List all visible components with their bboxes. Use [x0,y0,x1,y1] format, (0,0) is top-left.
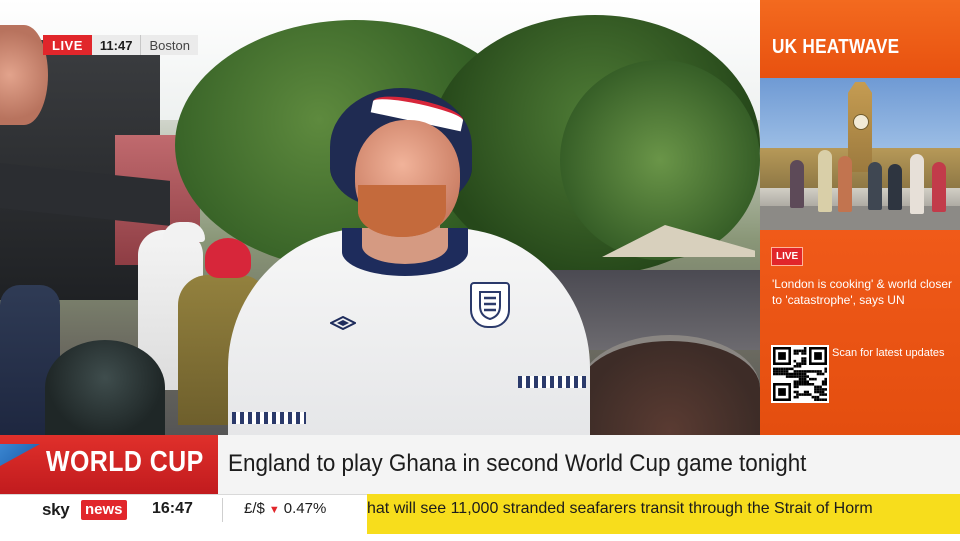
sleeve-band [518,376,586,388]
three-lions-crest-icon [470,282,510,328]
umbro-logo-icon [328,315,358,340]
clock-face-icon [853,114,869,130]
pedestrian [838,156,852,212]
headline-text: England to play Ghana in second World Cu… [228,450,807,477]
qr-caption: Scan for latest updates [832,347,945,359]
pedestrian [910,154,924,214]
sleeve-band [232,412,306,424]
bystander-head [45,340,165,435]
topic-label: WORLD CUP [46,446,204,478]
fountain [580,335,760,435]
local-time: 11:47 [91,35,142,55]
big-ben-street-image [760,78,960,230]
sky-logo: sky [42,500,70,519]
panel-story-text: 'London is cooking' & world closer to 'c… [772,277,953,307]
divider [222,498,223,522]
panel-title: UK HEATWAVE [772,36,900,58]
face-edge [0,25,48,125]
ticker-clock: 16:47 [152,500,193,517]
video-feed [0,0,760,435]
pedestrian [868,162,882,210]
news-ticker: hat will see 11,000 stranded seafarers t… [367,494,960,534]
fx-change: 0.47% [283,500,327,517]
pedestrian [888,164,902,210]
street [760,206,960,230]
currency-rate: £/$ ▼ 0.47% [244,500,326,517]
panel-live-label: LIVE [771,247,804,266]
white-cap [163,222,205,242]
location-label: Boston [141,35,198,55]
pedestrian [790,160,804,208]
pedestrian [932,162,946,212]
qr-code-icon[interactable] [771,345,829,403]
live-label: LIVE [43,35,92,55]
pedestrian [818,150,832,212]
news-logo: news [81,500,127,520]
heatwave-panel: UK HEATWAVE LIVE 'London is cooking' & w… [760,0,960,435]
beard [358,185,446,237]
ticker-text: hat will see 11,000 stranded seafarers t… [367,500,873,517]
red-hat [205,238,251,278]
triangle-down-icon: ▼ [268,504,280,516]
live-indicator: LIVE 11:47 Boston [43,35,198,55]
fx-pair: £/$ [244,500,265,517]
